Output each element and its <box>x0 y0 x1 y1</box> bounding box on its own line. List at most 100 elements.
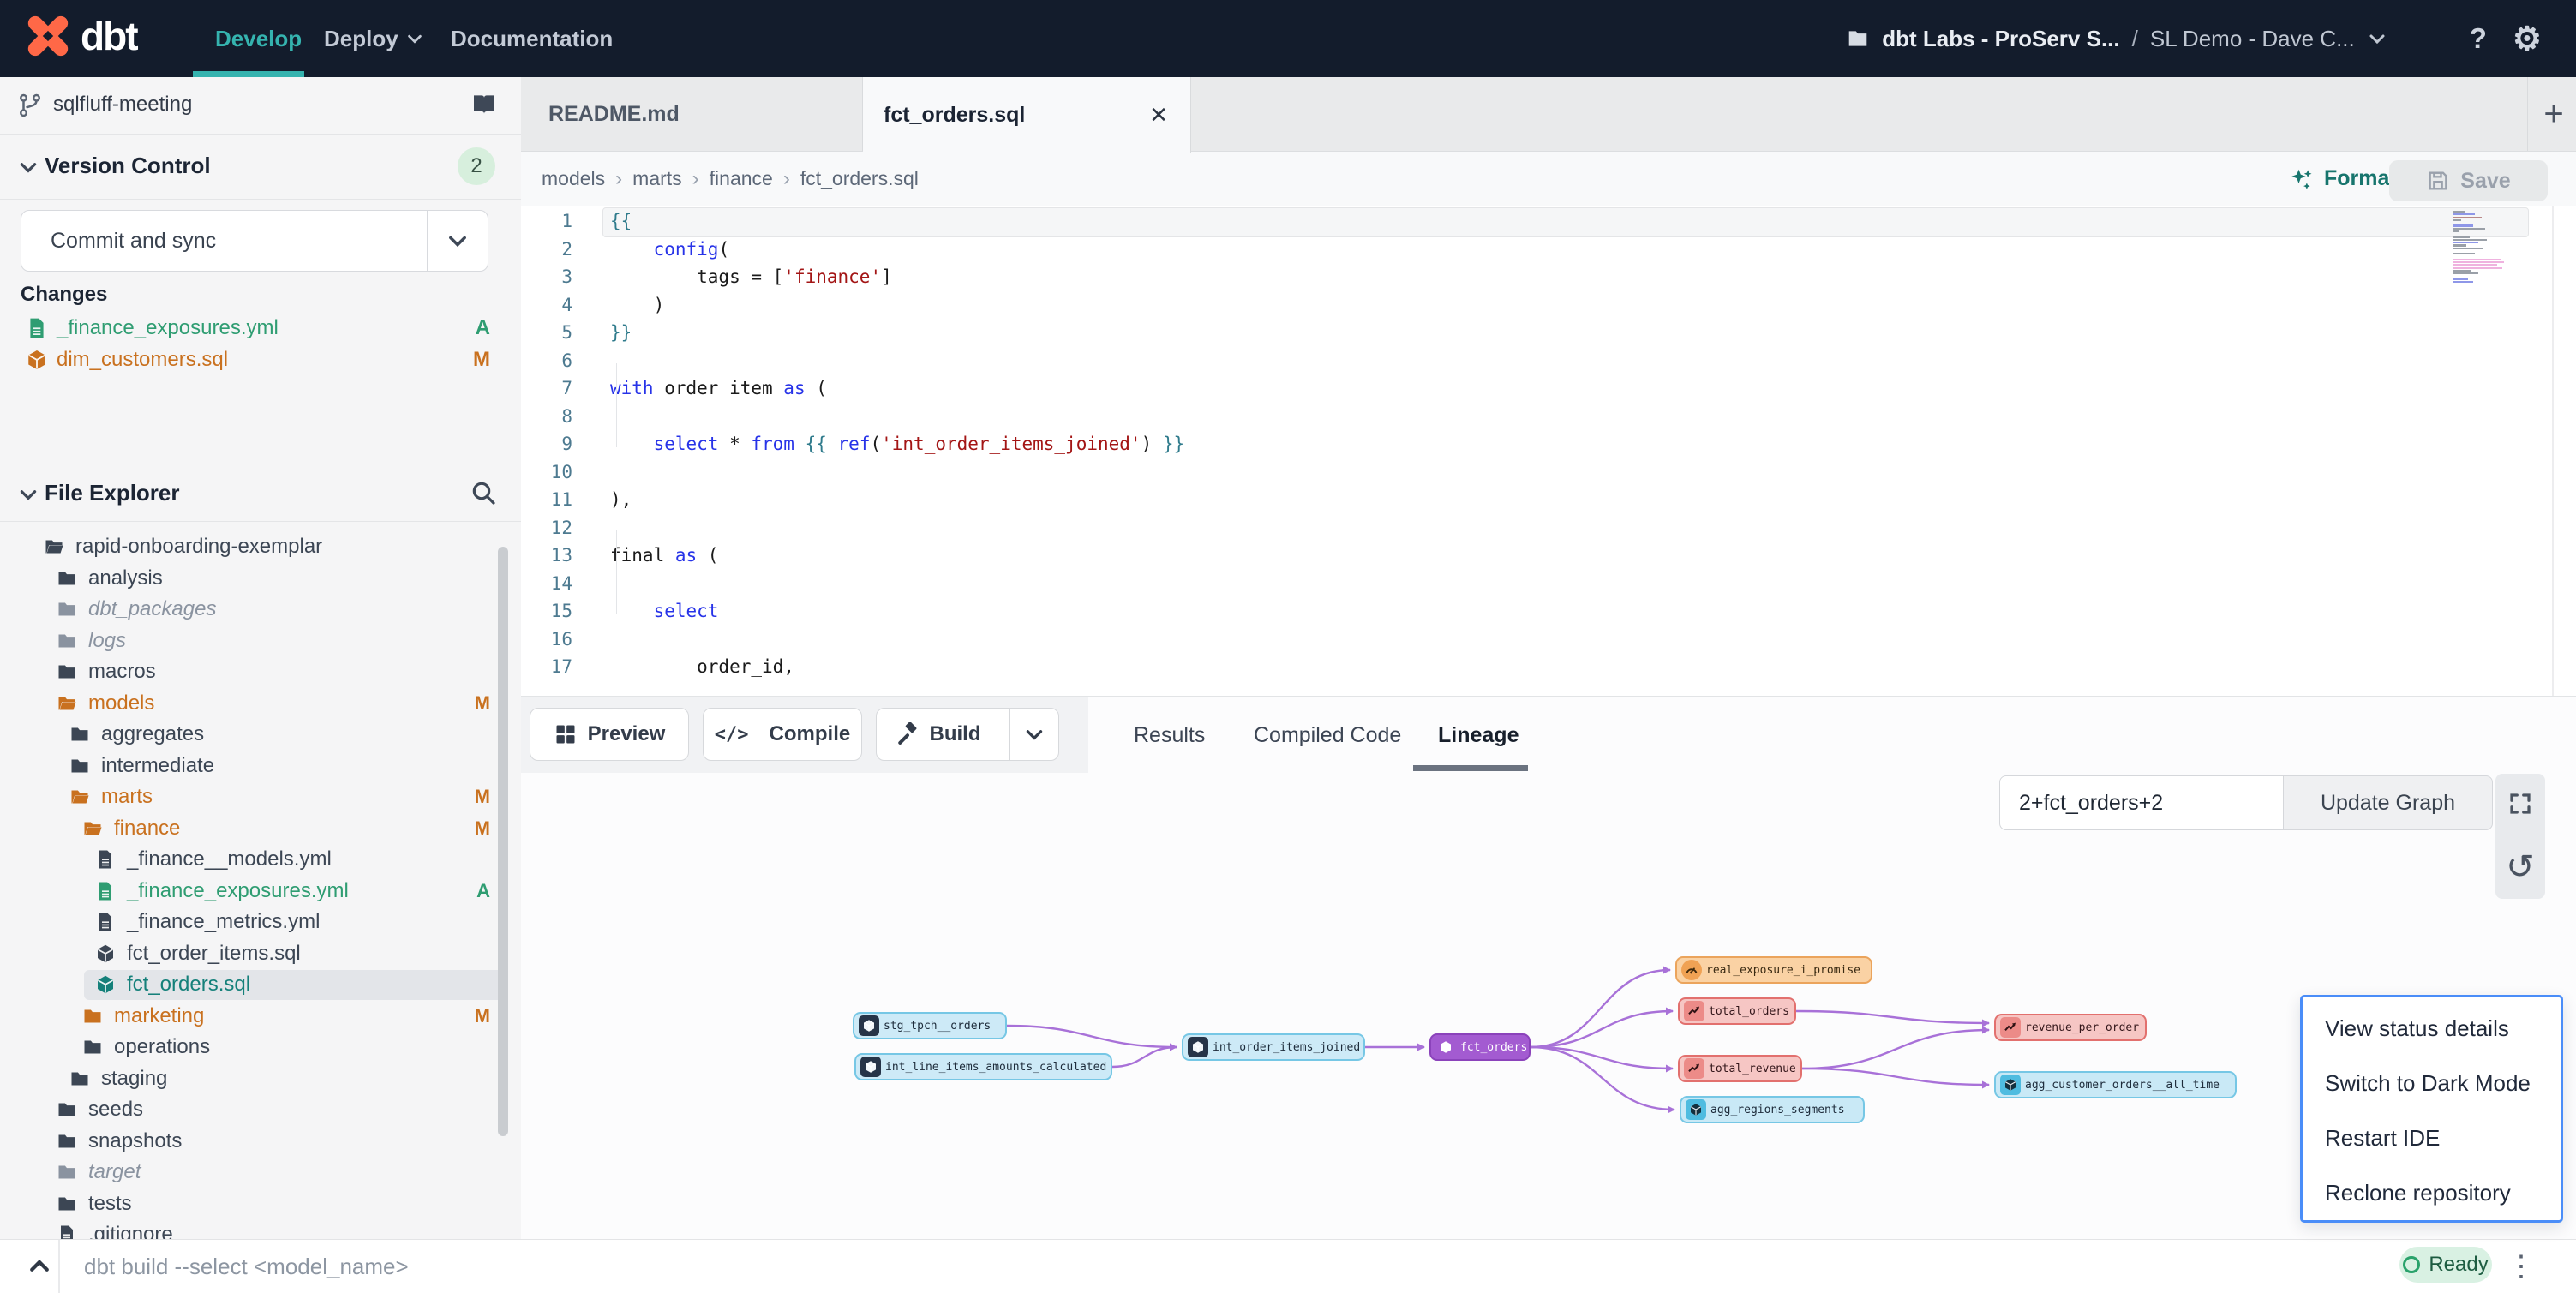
lineage-node-revenue_per_order[interactable]: revenue_per_order <box>1994 1014 2147 1041</box>
breadcrumb-separator: › <box>692 167 699 191</box>
tree-item-aggregates[interactable]: aggregates <box>0 719 521 751</box>
code-content[interactable]: {{ config( tags = ['finance'] )}}with or… <box>610 207 1184 681</box>
tree-item-intermediate[interactable]: intermediate <box>0 751 521 782</box>
command-input[interactable]: dbt build --select <model_name> <box>58 1240 2370 1293</box>
code-line-3: tags = ['finance'] <box>610 263 1184 291</box>
editor-minimap[interactable] <box>2453 211 2509 296</box>
update-graph-button[interactable]: Update Graph <box>2283 775 2493 830</box>
lineage-node-agg_customer_orders__all_time[interactable]: agg_customer_orders__all_time <box>1994 1071 2237 1098</box>
menu-item-restart-ide[interactable]: Restart IDE <box>2303 1110 2561 1165</box>
tree-item-finance[interactable]: financeM <box>0 813 521 845</box>
tree-item-dbt-packages[interactable]: dbt_packages <box>0 594 521 626</box>
main-area: README.md fct_orders.sql ✕ + models › ma… <box>521 77 2576 1292</box>
menu-item-switch-to-dark-mode[interactable]: Switch to Dark Mode <box>2303 1056 2561 1110</box>
cube-icon <box>860 1057 881 1077</box>
tree-item-seeds[interactable]: seeds <box>0 1094 521 1126</box>
breadcrumb-item: marts <box>632 167 682 190</box>
tree-item-marts[interactable]: martsM <box>0 781 521 813</box>
kebab-menu-icon[interactable]: ⋮ <box>2504 1240 2538 1293</box>
tab-compiled-code[interactable]: Compiled Code <box>1254 697 1401 774</box>
tabbar-divider <box>2527 77 2528 151</box>
reset-view-icon[interactable]: ↺ <box>2495 842 2545 892</box>
editor-scrollbar[interactable] <box>2552 206 2554 696</box>
tree-item-analysis[interactable]: analysis <box>0 563 521 595</box>
commit-options-chevron[interactable] <box>427 211 488 271</box>
changed-file-dim_customers.sql[interactable]: dim_customers.sqlM <box>0 344 521 375</box>
tree-item-models[interactable]: modelsM <box>0 688 521 720</box>
nav-develop[interactable]: Develop <box>215 0 302 77</box>
new-tab-button[interactable]: + <box>2531 77 2576 151</box>
changed-file-_finance_exposures.yml[interactable]: _finance_exposures.ymlA <box>0 312 521 344</box>
tab-lineage[interactable]: Lineage <box>1438 697 1519 774</box>
tree-item--finance-exposures-yml[interactable]: _finance_exposures.ymlA <box>0 876 521 907</box>
project-name[interactable]: SL Demo - Dave C... <box>2150 26 2355 52</box>
nav-deploy[interactable]: Deploy <box>324 0 424 77</box>
save-button[interactable]: Save <box>2389 160 2548 201</box>
dbt-logo-icon <box>24 12 72 60</box>
dbt-logo[interactable]: dbt <box>24 12 137 60</box>
tree-item-staging[interactable]: staging <box>0 1063 521 1095</box>
lineage-node-total_orders[interactable]: total_orders <box>1678 997 1796 1025</box>
code-editor[interactable]: 1234567891011121314151617 {{ config( tag… <box>521 206 2576 696</box>
nav-documentation[interactable]: Documentation <box>451 0 613 77</box>
docs-book-icon[interactable] <box>470 91 499 118</box>
close-icon[interactable]: ✕ <box>1149 102 1168 129</box>
lineage-node-int_order_items_joined[interactable]: int_order_items_joined <box>1182 1033 1365 1061</box>
preview-button[interactable]: Preview <box>530 708 689 761</box>
tab-readme[interactable]: README.md <box>521 77 863 151</box>
tree-item-label: rapid-onboarding-exemplar <box>75 535 322 559</box>
menu-item-view-status-details[interactable]: View status details <box>2303 1001 2561 1056</box>
command-input-placeholder: dbt build --select <model_name> <box>84 1254 409 1280</box>
tree-item-fct-orders-sql[interactable]: fct_orders.sql <box>0 969 521 1001</box>
file-explorer-header[interactable]: File Explorer <box>0 467 521 522</box>
cube-icon <box>1686 1099 1706 1120</box>
tree-item-macros[interactable]: macros <box>0 656 521 688</box>
code-line-6 <box>610 347 1184 375</box>
cube-icon <box>26 349 48 371</box>
build-button[interactable]: Build <box>876 708 1059 761</box>
chevron-down-icon[interactable] <box>2367 28 2387 49</box>
tab-results[interactable]: Results <box>1134 697 1205 774</box>
breadcrumb-row: models › marts › finance › fct_orders.sq… <box>521 152 2576 207</box>
lineage-node-fct_orders[interactable]: fct_orders <box>1429 1033 1531 1061</box>
tree-item-tests[interactable]: tests <box>0 1188 521 1220</box>
chevron-up-icon[interactable] <box>21 1240 58 1293</box>
tree-item-label: models <box>88 691 154 715</box>
lineage-node-stg_tpch__orders[interactable]: stg_tpch__orders <box>853 1012 1007 1039</box>
lineage-node-agg_regions_segments[interactable]: agg_regions_segments <box>1680 1096 1865 1123</box>
lineage-node-real_exposure_i_promise[interactable]: real_exposure_i_promise <box>1675 956 1872 984</box>
lineage-node-total_revenue[interactable]: total_revenue <box>1678 1055 1802 1082</box>
file-tree-scrollbar[interactable] <box>498 547 508 1136</box>
tree-item-snapshots[interactable]: snapshots <box>0 1126 521 1158</box>
folder-icon <box>56 568 78 589</box>
table-grid-icon <box>554 722 578 746</box>
dbt-logo-text: dbt <box>81 13 137 59</box>
tree-item--finance-metrics-yml[interactable]: _finance_metrics.yml <box>0 907 521 938</box>
tree-item-logs[interactable]: logs <box>0 626 521 657</box>
tree-item-operations[interactable]: operations <box>0 1032 521 1063</box>
version-control-header[interactable]: Version Control 2 <box>0 134 521 200</box>
menu-item-reclone-repository[interactable]: Reclone repository <box>2303 1165 2561 1220</box>
tree-item--finance-models-yml[interactable]: _finance__models.yml <box>0 844 521 876</box>
tree-item-target[interactable]: target <box>0 1157 521 1188</box>
help-icon[interactable]: ? <box>2470 22 2487 55</box>
account-name[interactable]: dbt Labs - ProServ S... <box>1882 26 2119 52</box>
git-status-badge: M <box>475 786 490 808</box>
tree-item-rapid-onboarding-exemplar[interactable]: rapid-onboarding-exemplar <box>0 531 521 563</box>
commit-and-sync-button[interactable]: Commit and sync <box>21 210 488 272</box>
tab-fct-orders[interactable]: fct_orders.sql ✕ <box>863 77 1191 153</box>
build-options-chevron[interactable] <box>1009 709 1058 760</box>
lineage-canvas[interactable] <box>521 773 2576 1239</box>
tree-item-fct-order-items-sql[interactable]: fct_order_items.sql <box>0 938 521 970</box>
lineage-tab-underline <box>1413 765 1528 771</box>
compile-button[interactable]: </> Compile <box>703 708 862 761</box>
lineage-node-int_line_items_amounts_calculated[interactable]: int_line_items_amounts_calculated <box>854 1053 1112 1080</box>
status-dot-icon <box>2403 1256 2420 1273</box>
fullscreen-icon[interactable] <box>2495 779 2545 829</box>
tree-item-marketing[interactable]: marketingM <box>0 1001 521 1033</box>
lineage-selector-input[interactable]: 2+fct_orders+2 <box>1999 775 2284 830</box>
search-icon[interactable] <box>470 479 497 506</box>
format-button[interactable]: Format <box>2288 152 2397 206</box>
folder-open-icon <box>43 536 65 557</box>
gear-icon[interactable]: ⚙ <box>2513 20 2542 58</box>
